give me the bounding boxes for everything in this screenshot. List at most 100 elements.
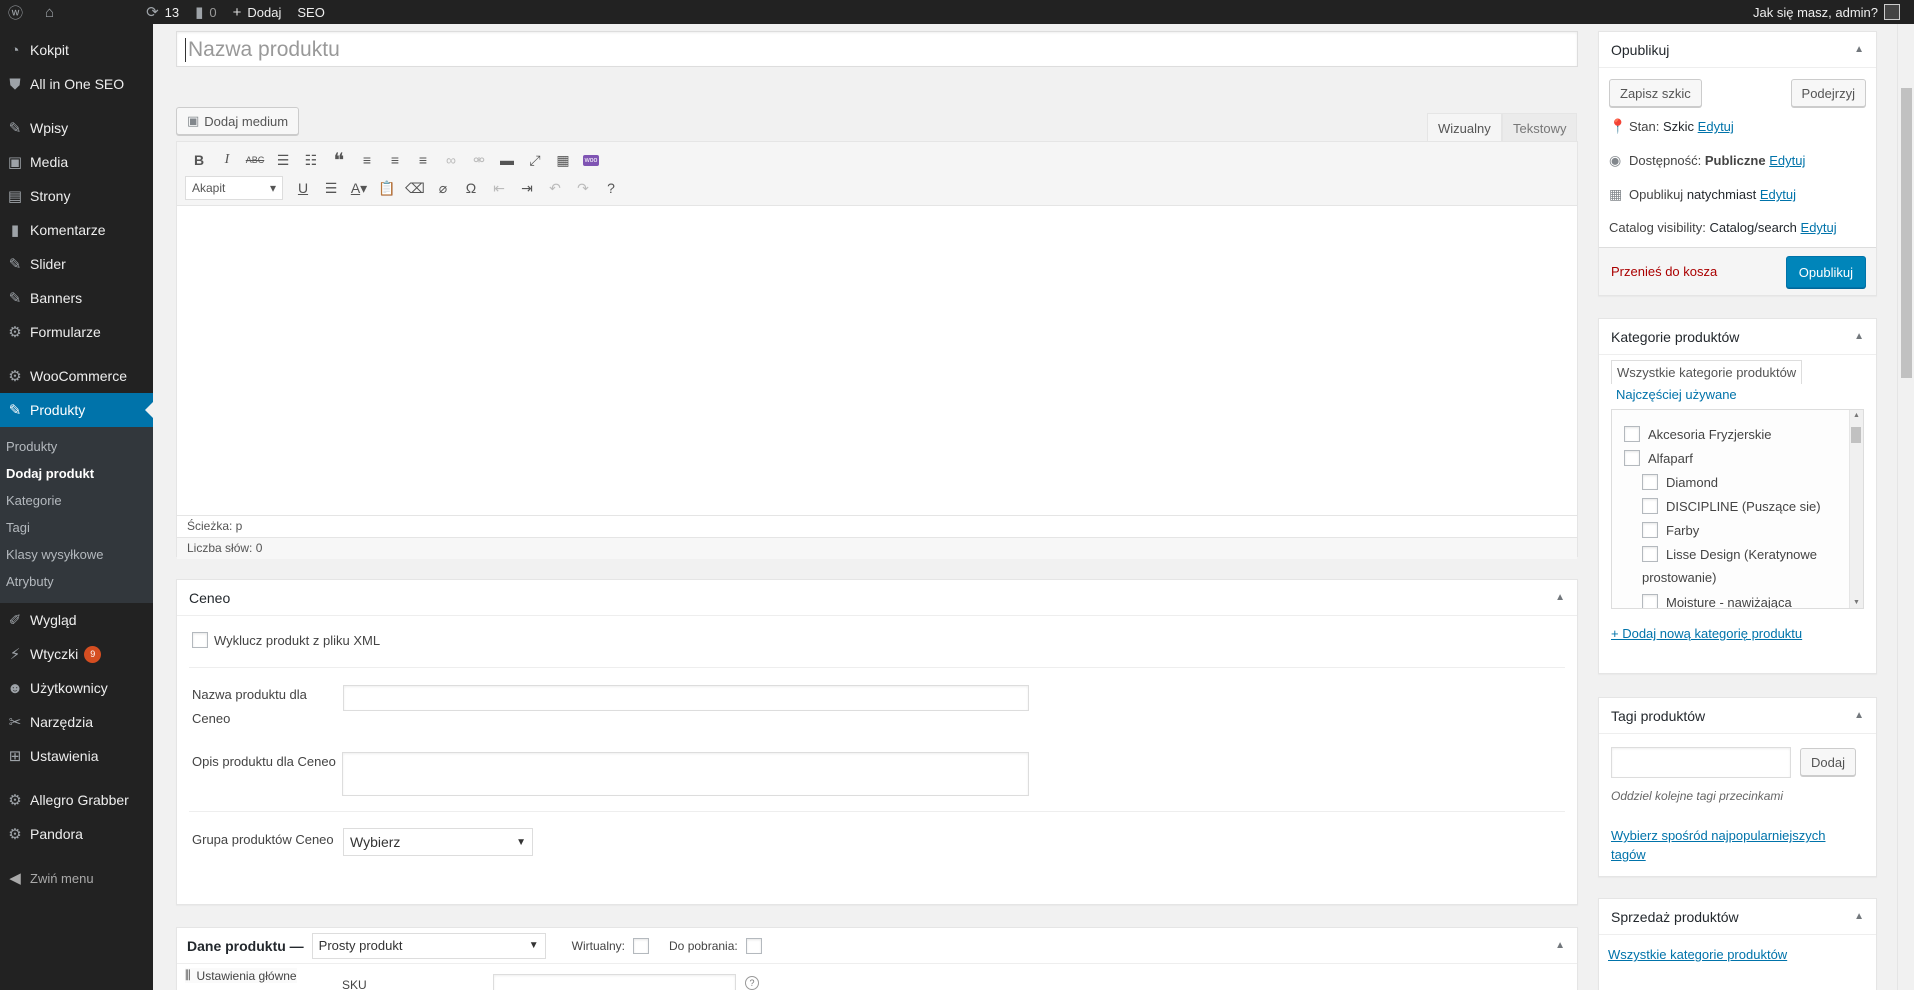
- menu-item-aioseo[interactable]: ⛊ All in One SEO: [0, 67, 153, 101]
- menu-item-banners[interactable]: ✎ Banners: [0, 281, 153, 315]
- menu-item-wtyczki[interactable]: ⚡ Wtyczki 9: [0, 637, 153, 671]
- add-media-button[interactable]: ▣ Dodaj medium: [176, 107, 300, 135]
- category-checkbox[interactable]: [1642, 546, 1658, 562]
- woocommerce-shortcode-icon[interactable]: woo: [577, 148, 605, 172]
- submenu-kategorie[interactable]: Kategorie: [0, 487, 153, 514]
- add-new-link[interactable]: + Dodaj: [225, 0, 290, 24]
- indent-icon[interactable]: ⇥: [513, 176, 541, 200]
- list-item[interactable]: Lisse Design (Keratynowe: [1642, 546, 1817, 562]
- edit-visibility-link[interactable]: Edytuj: [1769, 153, 1805, 168]
- menu-item-komentarze[interactable]: ▮ Komentarze: [0, 213, 153, 247]
- menu-item-pandora[interactable]: ⚙ Pandora: [0, 817, 153, 851]
- menu-item-narzedzia[interactable]: ✂ Narzędzia: [0, 705, 153, 739]
- scroll-thumb[interactable]: [1851, 427, 1861, 443]
- align-center-icon[interactable]: ≡: [381, 148, 409, 172]
- format-select[interactable]: Akapit ▾: [185, 176, 283, 200]
- my-account-link[interactable]: Jak się masz, admin?: [1745, 0, 1914, 24]
- downloadable-checkbox[interactable]: [745, 937, 762, 954]
- category-checkbox[interactable]: [1624, 426, 1640, 442]
- bold-icon[interactable]: B: [185, 148, 213, 172]
- category-checkbox[interactable]: [1642, 474, 1658, 490]
- menu-item-ustawienia[interactable]: ⊞ Ustawienia: [0, 739, 153, 773]
- outdent-icon[interactable]: ⇤: [485, 176, 513, 200]
- category-checkbox[interactable]: [1642, 594, 1658, 608]
- menu-item-slider[interactable]: ✎ Slider: [0, 247, 153, 281]
- align-left-icon[interactable]: ≡: [353, 148, 381, 172]
- scroll-up-icon[interactable]: ▲: [1853, 412, 1860, 419]
- submenu-dodaj-produkt[interactable]: Dodaj produkt: [0, 460, 153, 487]
- list-item[interactable]: Farby: [1642, 522, 1699, 538]
- link-icon[interactable]: ∞: [437, 148, 465, 172]
- add-new-category-link[interactable]: + Dodaj nową kategorię produktu: [1611, 626, 1802, 641]
- tab-most-used[interactable]: Najczęściej używane: [1616, 387, 1737, 402]
- collapse-triangle-icon[interactable]: ▲: [1555, 592, 1565, 603]
- exclude-xml-checkbox[interactable]: [192, 632, 208, 648]
- site-home-link[interactable]: ⌂: [37, 0, 68, 24]
- seo-link[interactable]: SEO: [289, 0, 332, 24]
- sales-header[interactable]: Sprzedaż produktów ▲: [1599, 899, 1876, 935]
- edit-schedule-link[interactable]: Edytuj: [1760, 187, 1796, 202]
- menu-item-strony[interactable]: ▤ Strony: [0, 179, 153, 213]
- ceneo-group-select[interactable]: Wybierz ▼: [343, 828, 533, 856]
- edit-status-link[interactable]: Edytuj: [1698, 119, 1734, 134]
- help-icon[interactable]: ?: [597, 176, 625, 200]
- submenu-atrybuty[interactable]: Atrybuty: [0, 568, 153, 595]
- clear-formatting-icon[interactable]: ⌫: [401, 176, 429, 200]
- submenu-klasy-wysylkowe[interactable]: Klasy wysyłkowe: [0, 541, 153, 568]
- toolbar-toggle-icon[interactable]: ▦: [549, 148, 577, 172]
- add-tag-button[interactable]: Dodaj: [1800, 748, 1856, 776]
- paste-text-icon[interactable]: 📋: [373, 176, 401, 200]
- tags-header[interactable]: Tagi produktów ▲: [1599, 698, 1876, 734]
- preview-button[interactable]: Podejrzyj: [1790, 79, 1866, 107]
- italic-icon[interactable]: I: [213, 148, 241, 172]
- wp-logo-menu[interactable]: ⓦ: [0, 0, 37, 24]
- collapse-triangle-icon[interactable]: ▲: [1854, 911, 1864, 922]
- eraser-icon[interactable]: ⌀: [429, 176, 457, 200]
- bullet-list-icon[interactable]: ☰: [269, 148, 297, 172]
- virtual-checkbox[interactable]: [633, 937, 650, 954]
- read-more-icon[interactable]: ▬: [493, 148, 521, 172]
- menu-item-wpisy[interactable]: ✎ Wpisy: [0, 111, 153, 145]
- list-item[interactable]: Akcesoria Fryzjerskie: [1624, 426, 1772, 442]
- collapse-menu-button[interactable]: ◀ Zwiń menu: [0, 861, 153, 895]
- strikethrough-icon[interactable]: ABC: [241, 148, 269, 172]
- menu-item-uzytkownicy[interactable]: ☻ Użytkownicy: [0, 671, 153, 705]
- publish-button[interactable]: Opublikuj: [1785, 256, 1866, 288]
- edit-catalog-visibility-link[interactable]: Edytuj: [1801, 220, 1837, 235]
- product-type-select[interactable]: Prosty produkt ▼: [311, 932, 546, 959]
- ceneo-name-input[interactable]: [343, 685, 1029, 711]
- numbered-list-icon[interactable]: ☷: [297, 148, 325, 172]
- category-checkbox[interactable]: [1642, 498, 1658, 514]
- page-scrollbar[interactable]: [1897, 24, 1914, 990]
- text-color-icon[interactable]: A ▾: [345, 176, 373, 200]
- list-item[interactable]: Moisture - nawiżająca: [1642, 594, 1792, 608]
- menu-item-produkty[interactable]: ✎ Produkty: [0, 393, 153, 427]
- move-to-trash-link[interactable]: Przenieś do kosza: [1611, 264, 1717, 279]
- new-tag-input[interactable]: [1611, 747, 1791, 778]
- submenu-produkty[interactable]: Produkty: [0, 433, 153, 460]
- tab-general-settings[interactable]: ⫼ Ustawienia główne: [185, 968, 297, 983]
- popular-tags-link-1[interactable]: Wybierz spośród najpopularniejszych: [1611, 826, 1826, 845]
- comments-link[interactable]: ▮ 0: [187, 0, 225, 24]
- scroll-down-icon[interactable]: ▼: [1853, 599, 1860, 606]
- list-item[interactable]: Diamond: [1642, 474, 1718, 490]
- menu-item-media[interactable]: ▣ Media: [0, 145, 153, 179]
- list-item[interactable]: DISCIPLINE (Puszące sie): [1642, 498, 1821, 514]
- categories-header[interactable]: Kategorie produktów ▲: [1599, 319, 1876, 355]
- updates-link[interactable]: ⟳ 13: [138, 0, 187, 24]
- ceneo-header[interactable]: Ceneo ▲: [177, 580, 1577, 616]
- menu-item-allegro-grabber[interactable]: ⚙ Allegro Grabber: [0, 783, 153, 817]
- undo-icon[interactable]: ↶: [541, 176, 569, 200]
- tab-visual[interactable]: Wizualny: [1427, 113, 1502, 142]
- collapse-triangle-icon[interactable]: ▲: [1854, 710, 1864, 721]
- align-right-icon[interactable]: ≡: [409, 148, 437, 172]
- save-draft-button[interactable]: Zapisz szkic: [1609, 79, 1702, 107]
- help-tip-icon[interactable]: ?: [745, 976, 759, 990]
- justify-icon[interactable]: ☰: [317, 176, 345, 200]
- unlink-icon[interactable]: ⚮: [465, 148, 493, 172]
- sku-input[interactable]: [493, 974, 736, 990]
- collapse-triangle-icon[interactable]: ▲: [1555, 940, 1565, 951]
- editor-content-area[interactable]: [177, 206, 1577, 515]
- menu-item-formularze[interactable]: ⚙ Formularze: [0, 315, 153, 349]
- tab-all-categories[interactable]: Wszystkie kategorie produktów: [1611, 360, 1803, 384]
